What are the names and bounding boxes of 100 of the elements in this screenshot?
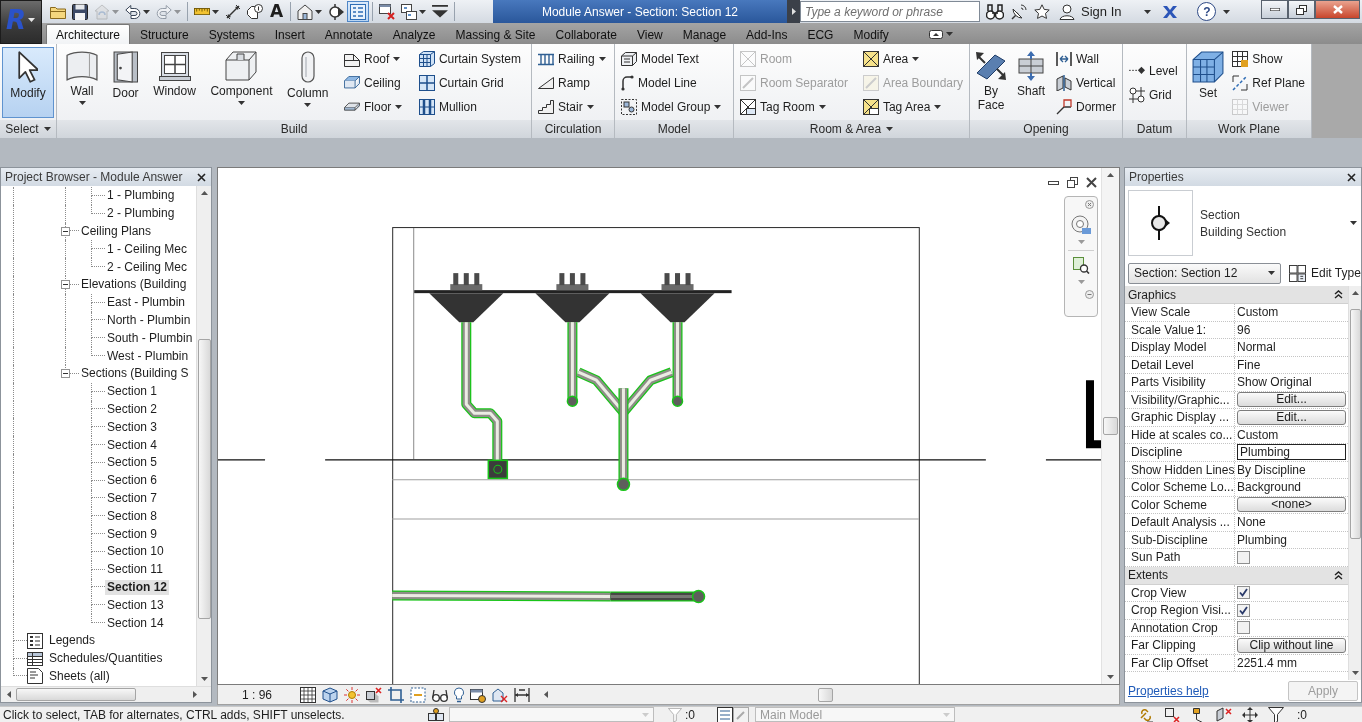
scroll-right-icon[interactable]: [193, 691, 197, 698]
collapse-icon[interactable]: [1334, 290, 1343, 299]
panel-cross-icon[interactable]: [1216, 706, 1232, 722]
ribbon-button[interactable]: Set: [1189, 47, 1227, 118]
ribbon-button[interactable]: Tag Room: [737, 95, 852, 118]
expand-search-button[interactable]: [787, 0, 800, 23]
tree-item[interactable]: North - Plumbin: [105, 312, 193, 328]
ribbon-button[interactable]: Floor: [341, 95, 406, 118]
ribbon-button[interactable]: Model Text: [618, 47, 725, 70]
ribbon-tab[interactable]: Massing & Site: [445, 24, 546, 44]
ribbon-button[interactable]: Show: [1229, 47, 1308, 70]
checkbox[interactable]: [1237, 586, 1250, 600]
measure-bracket-icon[interactable]: [514, 686, 531, 703]
scroll-thumb[interactable]: [1103, 417, 1118, 435]
scroll-thumb[interactable]: [818, 687, 834, 702]
ribbon-button[interactable]: Curtain Grid: [415, 71, 524, 94]
ribbon-tab[interactable]: Annotate: [314, 24, 383, 44]
ribbon-button[interactable]: Area: [859, 47, 966, 70]
tree-item[interactable]: Section 11: [105, 562, 165, 578]
ribbon-button[interactable]: Wall: [1052, 47, 1119, 70]
x-logo-icon[interactable]: [1162, 4, 1179, 19]
vertical-scrollbar[interactable]: [1348, 286, 1361, 680]
ribbon-tab[interactable]: Collaborate: [545, 24, 627, 44]
tree-item[interactable]: Section 2: [105, 401, 160, 417]
ribbon-tab[interactable]: Structure: [130, 24, 199, 44]
binoculars-icon[interactable]: [986, 3, 1004, 20]
restore-icon[interactable]: [1067, 177, 1078, 188]
scroll-down-icon[interactable]: [200, 677, 208, 681]
ribbon-tab[interactable]: Analyze: [382, 24, 446, 44]
crop-icon[interactable]: [388, 686, 405, 703]
ribbon-button[interactable]: Ramp: [535, 71, 609, 94]
property-button[interactable]: Edit...: [1237, 392, 1346, 408]
tree-item[interactable]: Ceiling Plans: [79, 224, 154, 239]
tree-item[interactable]: 2 - Ceiling Mec: [105, 259, 190, 275]
boxes-icon[interactable]: [428, 707, 444, 722]
collapse-icon[interactable]: [61, 369, 70, 379]
filter-icon[interactable]: [1268, 706, 1284, 722]
panel-label-bar[interactable]: Select: [0, 120, 56, 138]
ribbon-button[interactable]: Dormer: [1052, 95, 1119, 118]
ribbon-tab[interactable]: View: [626, 24, 673, 44]
tree-item[interactable]: Legends: [47, 633, 98, 649]
tree-item[interactable]: 1 - Plumbing: [105, 188, 177, 204]
panel-label-bar[interactable]: Room & Area: [734, 120, 969, 138]
close-icon[interactable]: [1086, 177, 1097, 188]
ribbon-button[interactable]: Model Line: [618, 71, 725, 94]
ribbon-button[interactable]: Window: [150, 47, 199, 118]
ribbon-button[interactable]: Component: [207, 47, 276, 118]
collapse-icon[interactable]: [1334, 570, 1343, 580]
scroll-thumb[interactable]: [197, 339, 211, 619]
tree-item[interactable]: Sections (Building S: [79, 366, 191, 382]
tree-item[interactable]: Section 5: [105, 455, 160, 471]
tree-item[interactable]: Elevations (Building: [79, 277, 189, 293]
tree-item[interactable]: Section 7: [105, 490, 160, 506]
property-button[interactable]: Edit...: [1237, 409, 1346, 425]
ribbon-button[interactable]: Mullion: [415, 95, 524, 118]
square-cross-icon[interactable]: [1164, 706, 1180, 722]
close-button[interactable]: [1315, 0, 1360, 19]
close-icon[interactable]: [197, 172, 206, 182]
tree-item[interactable]: Section 4: [105, 437, 160, 453]
ribbon-button[interactable]: Model Group: [618, 95, 725, 118]
property-button[interactable]: Clip without line: [1237, 637, 1346, 653]
grid-square-icon[interactable]: [300, 686, 317, 703]
minus-circle-icon[interactable]: [1085, 290, 1094, 299]
help-button[interactable]: ?: [1197, 2, 1217, 21]
ribbon-button[interactable]: Tag Area: [859, 95, 966, 118]
collapse-icon[interactable]: [61, 227, 70, 236]
ribbon-tab[interactable]: Architecture: [46, 24, 131, 44]
tree-item[interactable]: Schedules/Quantities: [47, 651, 165, 667]
ribbon-tab[interactable]: Systems: [198, 24, 265, 44]
tree-item[interactable]: 2 - Plumbing: [105, 206, 177, 222]
ribbon-tab[interactable]: Insert: [264, 24, 315, 44]
house-cross-icon[interactable]: [492, 686, 509, 703]
ribbon-tab[interactable]: Modify: [843, 24, 899, 44]
tree-item[interactable]: Section 6: [105, 473, 160, 489]
cube-icon[interactable]: [322, 686, 339, 703]
checkbox[interactable]: [1237, 621, 1250, 635]
vertical-scrollbar[interactable]: [1101, 168, 1119, 684]
lightbulb-icon[interactable]: [454, 686, 465, 703]
navigation-wheel-icon[interactable]: [1071, 215, 1091, 234]
ribbon-button[interactable]: Stair: [535, 95, 609, 118]
chain-icon[interactable]: [1138, 706, 1154, 722]
ribbon-button[interactable]: Level: [1126, 59, 1181, 82]
tree-item[interactable]: Section 12: [105, 579, 170, 595]
horizontal-scrollbar[interactable]: [1, 686, 211, 702]
tree-item[interactable]: South - Plumbin: [105, 330, 195, 346]
ribbon-button[interactable]: By Face: [972, 47, 1010, 118]
ribbon-tab[interactable]: Manage: [672, 24, 737, 44]
scroll-up-icon[interactable]: [1107, 173, 1114, 177]
ribbon-button[interactable]: Shaft: [1012, 47, 1050, 118]
scroll-thumb[interactable]: [16, 688, 136, 701]
collapse-icon[interactable]: [61, 280, 70, 290]
tree-item[interactable]: West - Plumbin: [105, 348, 191, 364]
scroll-down-icon[interactable]: [1351, 671, 1359, 675]
caret-icon[interactable]: [1144, 9, 1152, 14]
property-field[interactable]: Plumbing: [1237, 444, 1346, 461]
ribbon-button[interactable]: Roof: [341, 47, 406, 70]
glasses-icon[interactable]: [432, 687, 449, 702]
tree-item[interactable]: Section 14: [105, 615, 166, 631]
checkbox[interactable]: [1237, 603, 1250, 617]
tree-item[interactable]: Section 13: [105, 597, 166, 613]
